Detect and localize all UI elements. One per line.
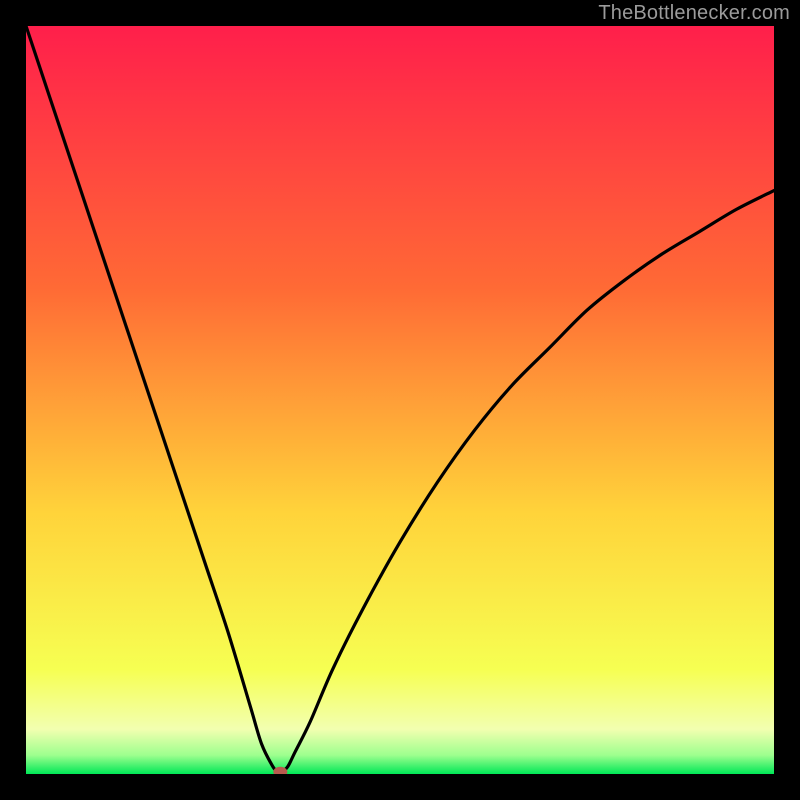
watermark-text: TheBottlenecker.com xyxy=(598,2,790,25)
chart-frame: TheBottlenecker.com xyxy=(0,0,800,800)
gradient-background xyxy=(26,26,774,774)
bottleneck-chart xyxy=(26,26,774,774)
